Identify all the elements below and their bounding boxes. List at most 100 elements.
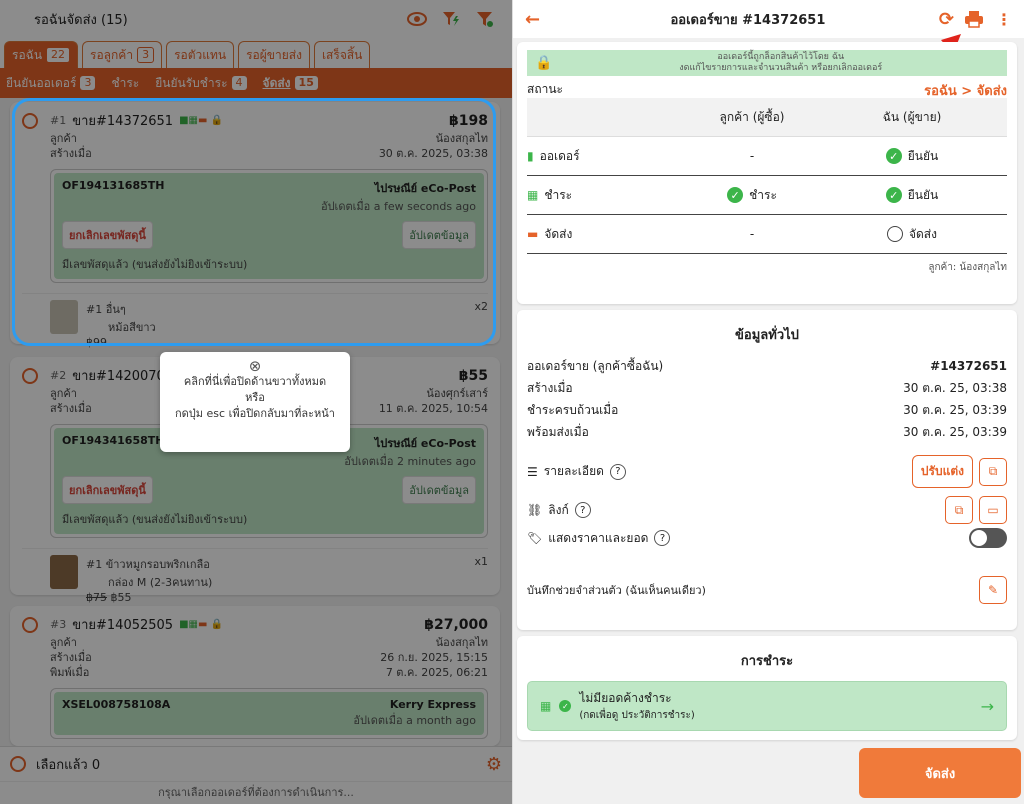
close-circle-icon[interactable]: ⊗ bbox=[168, 358, 342, 374]
filter-bolt-icon[interactable] bbox=[438, 6, 464, 32]
info-label: พร้อมส่งเมื่อ bbox=[527, 425, 589, 439]
select-radio[interactable] bbox=[22, 616, 38, 633]
order-id: ขาย#14052505 bbox=[72, 618, 174, 633]
subtab-confirm-order[interactable]: ยืนยันออเดอร์ 3 bbox=[6, 74, 96, 93]
detail-label: รายละเอียด bbox=[543, 464, 604, 478]
money-icon: ▦ bbox=[540, 699, 552, 713]
general-info-section: ข้อมูลทั่วไป ออเดอร์ขาย (ลูกค้าซื้อฉัน) #… bbox=[517, 310, 1017, 630]
info-label: ออเดอร์ขาย (ลูกค้าซื้อฉัน) bbox=[527, 359, 664, 373]
row-label: ออเดอร์ bbox=[539, 148, 580, 163]
payment-status-text: ไม่มียอดค้างชำระ bbox=[579, 691, 672, 705]
item-name: ข้าวหมูกรอบพริกเกลือ bbox=[105, 558, 210, 571]
show-price-toggle[interactable] bbox=[969, 528, 1007, 548]
more-icon[interactable]: ⋮ bbox=[996, 10, 1012, 29]
filter-icon[interactable] bbox=[472, 6, 498, 32]
item-old-price: ฿75 bbox=[86, 591, 107, 604]
selected-count: เลือกแล้ว 0 bbox=[36, 757, 101, 773]
eye-icon[interactable] bbox=[404, 6, 430, 32]
item-index: #1 bbox=[86, 558, 103, 571]
table-row: ▬ จัดส่ง - จัดส่ง bbox=[527, 215, 1007, 254]
tooltip-line: กดปุ่ม esc เพื่อปิดกลับมาที่ละหน้า bbox=[175, 407, 335, 420]
check-icon: ✓ bbox=[885, 187, 902, 203]
order-index: #2 bbox=[50, 369, 67, 382]
check-icon: ✓ bbox=[885, 148, 902, 164]
payment-status-row[interactable]: ▦ ✓ ไม่มียอดค้างชำระ (กดเพื่อดู ประวัติการช… bbox=[527, 681, 1007, 731]
truck-icon: ▬ bbox=[527, 227, 539, 241]
ship-button[interactable]: จัดส่ง bbox=[859, 748, 1021, 798]
help-icon[interactable]: ? bbox=[574, 502, 591, 518]
tab-count: 3 bbox=[137, 47, 155, 63]
subtab-label: ยืนยันรับชำระ bbox=[155, 75, 228, 90]
list-icon: ☰ bbox=[527, 464, 538, 479]
update-info-button[interactable]: อัปเดตข้อมูล bbox=[402, 476, 476, 504]
carrier-name: ไปรษณีย์ eCo-Post bbox=[374, 437, 476, 450]
subtab-pay[interactable]: ชำระ bbox=[111, 74, 139, 93]
select-radio[interactable] bbox=[22, 367, 38, 384]
lock-text: ออเดอร์นี้ถูกล็อกสินค้าไว้โดย ฉัน bbox=[717, 52, 845, 62]
status-value: รอฉัน > จัดส่ง bbox=[924, 84, 1007, 99]
row-label: ชำระ bbox=[544, 187, 573, 202]
customer-name: น้องศุกร์เสาร์ bbox=[426, 387, 488, 400]
tab-label: รอตัวแทน bbox=[174, 47, 227, 62]
info-value: 30 ต.ค. 25, 03:39 bbox=[903, 425, 1007, 439]
subtab-count: 4 bbox=[231, 76, 247, 90]
subtab-count: 15 bbox=[294, 76, 318, 90]
gear-icon[interactable]: ⚙ bbox=[486, 754, 502, 775]
tracking-number: OF194341658TH bbox=[62, 434, 165, 447]
copy-icon[interactable]: ⧉ bbox=[979, 457, 1007, 486]
tab-done[interactable]: เสร็จสิ้น bbox=[313, 41, 371, 68]
money-icon: ▦ bbox=[527, 188, 539, 202]
carrier-name: Kerry Express bbox=[389, 698, 476, 711]
subtab-label: ยืนยันออเดอร์ bbox=[6, 75, 77, 90]
tracking-number: XSEL008758108A bbox=[62, 698, 171, 711]
note-icon[interactable]: ✎ bbox=[979, 576, 1007, 604]
customer-status: - bbox=[749, 227, 755, 241]
tab-count: 22 bbox=[46, 47, 71, 63]
item-variant: กล่อง M (2-3คนทาน) bbox=[108, 576, 213, 589]
section-title: ข้อมูลทั่วไป bbox=[735, 328, 799, 343]
customer-label: ลูกค้า bbox=[50, 636, 77, 649]
back-arrow-icon[interactable]: ← bbox=[525, 9, 565, 30]
info-value: 30 ต.ค. 25, 03:38 bbox=[903, 381, 1007, 395]
tab-waiting-agent[interactable]: รอตัวแทน bbox=[166, 41, 235, 68]
select-all-radio[interactable] bbox=[10, 756, 26, 772]
order-card[interactable]: #3 ขาย#14052505 ■▦▬ 🔒 ฿27,000 ลูกค้า น้องสกุ… bbox=[10, 606, 500, 746]
customer-note: ลูกค้า: น้องสกุลไท bbox=[928, 262, 1007, 273]
tag-icon: 🏷 bbox=[527, 531, 543, 545]
status-icons: ■▦▬ 🔒 bbox=[179, 619, 224, 630]
customize-button[interactable]: ปรับแต่ง bbox=[911, 455, 973, 488]
open-window-icon[interactable]: ▭ bbox=[979, 496, 1007, 524]
customer-label: ลูกค้า bbox=[50, 387, 77, 400]
help-icon[interactable]: ? bbox=[609, 463, 626, 480]
help-icon[interactable]: ? bbox=[654, 530, 671, 546]
cancel-tracking-button[interactable]: ยกเลิกเลขพัสดุนี้ bbox=[62, 476, 153, 504]
order-id: ขาย#14200702 bbox=[72, 369, 174, 384]
footer-hint: กรุณาเลือกออเดอร์ที่ต้องการดำเนินการ... bbox=[0, 781, 512, 804]
table-row: ▦ ชำระ ✓ ชำระ ✓ ยืนยัน bbox=[527, 176, 1007, 215]
updated-time: อัปเดตเมื่อ a month ago bbox=[353, 714, 476, 727]
tab-waiting-me[interactable]: รอฉัน 22 bbox=[4, 41, 79, 68]
print-icon[interactable] bbox=[962, 8, 986, 30]
copy-link-icon[interactable]: ⧉ bbox=[945, 496, 973, 524]
item-price: ฿55 bbox=[110, 591, 132, 604]
status-section: 🔒 ออเดอร์นี้ถูกล็อกสินค้าไว้โดย ฉัน งดแก้ไ… bbox=[517, 42, 1017, 304]
subtab-label: ชำระ bbox=[111, 75, 140, 90]
row-label: จัดส่ง bbox=[544, 226, 573, 241]
refresh-icon[interactable]: ⟳ bbox=[939, 9, 954, 30]
updated-time: อัปเดตเมื่อ 2 minutes ago bbox=[344, 455, 476, 468]
selected-order-highlight bbox=[12, 98, 496, 346]
payment-section: การชำระ ▦ ✓ ไม่มียอดค้างชำระ (กดเพื่อดู ประ… bbox=[517, 636, 1017, 740]
subtab-label: จัดส่ง bbox=[262, 75, 291, 90]
created-label: สร้างเมื่อ bbox=[50, 402, 92, 415]
subtab-confirm-payment[interactable]: ยืนยันรับชำระ 4 bbox=[155, 74, 247, 93]
lock-icon: 🔒 bbox=[535, 55, 553, 71]
subtab-ship[interactable]: จัดส่ง 15 bbox=[263, 74, 318, 93]
tab-label: รอฉัน bbox=[12, 47, 43, 62]
tooltip-line: หรือ bbox=[245, 391, 265, 404]
order-list-panel: รอฉันจัดส่ง (15) รอฉัน 22 รอลูกค้า 3 รอตัว… bbox=[0, 0, 512, 804]
list-item: #1 ข้าวหมูกรอบพริกเกลือกล่อง M (2-3คนทาน… bbox=[22, 548, 488, 604]
tab-waiting-wholesaler[interactable]: รอผู้ขายส่ง bbox=[238, 41, 310, 68]
close-hint-tooltip[interactable]: ⊗ คลิกที่นี่เพื่อปิดด้านขวาทั้งหมด หรือ … bbox=[160, 352, 350, 452]
list-header: รอฉันจัดส่ง (15) bbox=[0, 0, 512, 38]
tab-waiting-customer[interactable]: รอลูกค้า 3 bbox=[82, 41, 163, 68]
